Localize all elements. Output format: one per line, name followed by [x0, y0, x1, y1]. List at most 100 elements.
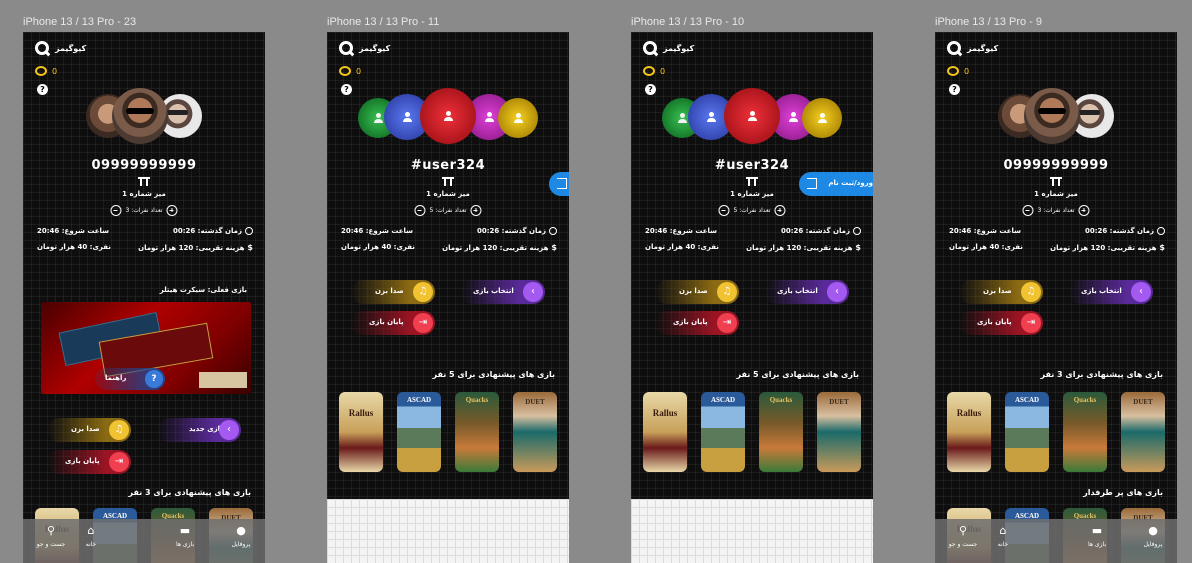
- dollar-icon: $: [855, 243, 861, 252]
- avatar[interactable]: [498, 98, 538, 138]
- game-card[interactable]: Rallus: [339, 392, 383, 472]
- approx-cost: هزینه تقریبی: 120 هزار تومان $: [138, 243, 253, 252]
- call-button[interactable]: صدا بزن ♫: [959, 280, 1043, 304]
- username: 09999999999: [91, 158, 197, 173]
- start-time: ساعت شروع: 20:46: [341, 227, 414, 235]
- app-logo: کیوگیمز: [339, 41, 390, 55]
- chevron-left-icon: ‹: [827, 282, 847, 302]
- new-game-button[interactable]: بازی جدید ‹: [157, 418, 241, 442]
- frame-title: iPhone 13 / 13 Pro - 23: [23, 16, 137, 28]
- search-icon: ⚲: [46, 524, 56, 537]
- exit-icon: ⇥: [717, 313, 737, 333]
- increase-button[interactable]: [166, 205, 178, 216]
- bell-icon: ♫: [413, 282, 433, 302]
- player-count-stepper: تعداد نفرات: 5: [414, 205, 482, 216]
- current-game-banner[interactable]: راهنما ?: [41, 302, 251, 394]
- call-button[interactable]: صدا بزن ♫: [655, 280, 739, 304]
- person-icon: [373, 113, 383, 123]
- increase-button[interactable]: [774, 205, 786, 216]
- app-logo: کیوگیمز: [643, 41, 694, 55]
- nav-home[interactable]: ⌂ خانه: [71, 525, 111, 549]
- player-avatars: [358, 88, 538, 152]
- avatar[interactable]: [724, 88, 780, 144]
- section-title: بازی های پیشنهادی برای 5 نفر: [736, 370, 859, 379]
- game-card[interactable]: DUET: [513, 392, 557, 472]
- choose-game-button[interactable]: انتخاب بازی ‹: [765, 280, 849, 304]
- player-count-stepper: تعداد نفرات: 3: [110, 205, 178, 216]
- nav-profile[interactable]: ● پروفایل: [221, 525, 261, 549]
- choose-game-button[interactable]: انتخاب بازی ‹: [461, 280, 545, 304]
- start-time: ساعت شروع: 20:46: [949, 227, 1022, 235]
- elapsed-time: زمان گذشته: 00:26: [1085, 227, 1165, 235]
- increase-button[interactable]: [1078, 205, 1090, 216]
- coin-icon: [643, 66, 655, 76]
- player-count-stepper: تعداد نفرات: 5: [718, 205, 786, 216]
- current-game-label: بازی فعلی: سیکرت هیتلر: [159, 286, 247, 294]
- logo-icon: [35, 41, 49, 55]
- start-time: ساعت شروع: 20:46: [645, 227, 718, 235]
- game-card[interactable]: Rallus: [947, 392, 991, 472]
- game-card[interactable]: Rallus: [643, 392, 687, 472]
- chevron-left-icon: ‹: [523, 282, 543, 302]
- table-number: میز شماره 1: [730, 190, 774, 198]
- call-button[interactable]: صدا بزن ♫: [351, 280, 435, 304]
- bell-icon: ♫: [109, 420, 129, 440]
- bell-icon: ♫: [1021, 282, 1041, 302]
- chevron-left-icon: ‹: [1131, 282, 1151, 302]
- end-game-button[interactable]: پایان بازی ⇥: [47, 450, 131, 474]
- end-game-button[interactable]: پایان بازی ⇥: [959, 311, 1043, 335]
- table-icon: [442, 177, 454, 186]
- canvas-grid: [327, 499, 569, 563]
- avatar[interactable]: [802, 98, 842, 138]
- nav-home[interactable]: ⌂ خانه: [983, 525, 1023, 549]
- decrease-button[interactable]: [718, 205, 730, 216]
- user-icon: ●: [1148, 524, 1158, 537]
- phone-frame-10: کیوگیمز 0 ? #user324 ورود/ثبت نام میز شم…: [631, 32, 873, 499]
- bottom-nav: ● پروفایل ▬ بازی ها ⌂ خانه ⚲ جست و جو: [23, 519, 265, 563]
- player-avatars: [74, 88, 214, 152]
- guide-button[interactable]: راهنما ?: [95, 368, 165, 390]
- coin-balance: 0: [643, 66, 665, 76]
- decrease-button[interactable]: [110, 205, 122, 216]
- choose-game-button[interactable]: انتخاب بازی ‹: [1069, 280, 1153, 304]
- avatar[interactable]: [1024, 88, 1080, 144]
- game-card[interactable]: ASCAD: [397, 392, 441, 472]
- nav-games[interactable]: ▬ بازی ها: [1077, 525, 1117, 549]
- nav-search[interactable]: ⚲ جست و جو: [943, 525, 983, 549]
- section-title: بازی های پیشنهادی برای 5 نفر: [432, 370, 555, 379]
- game-card[interactable]: Quacks: [1063, 392, 1107, 472]
- help-icon[interactable]: ?: [645, 84, 656, 95]
- end-game-button[interactable]: پایان بازی ⇥: [351, 311, 435, 335]
- game-card[interactable]: ASCAD: [701, 392, 745, 472]
- app-logo: کیوگیمز: [35, 41, 86, 55]
- call-button[interactable]: صدا بزن ♫: [47, 418, 131, 442]
- player-count-stepper: تعداد نفرات: 3: [1022, 205, 1090, 216]
- help-icon[interactable]: ?: [949, 84, 960, 95]
- game-card[interactable]: Quacks: [455, 392, 499, 472]
- game-card[interactable]: ASCAD: [1005, 392, 1049, 472]
- nav-search[interactable]: ⚲ جست و جو: [31, 524, 71, 549]
- decrease-button[interactable]: [414, 205, 426, 216]
- help-icon[interactable]: ?: [341, 84, 352, 95]
- avatar[interactable]: [112, 88, 168, 144]
- username: #user324: [410, 158, 486, 173]
- start-time: ساعت شروع: 20:46: [37, 227, 110, 235]
- nav-profile[interactable]: ● پروفایل: [1133, 524, 1173, 549]
- game-card[interactable]: Quacks: [759, 392, 803, 472]
- help-icon[interactable]: ?: [37, 84, 48, 95]
- game-card[interactable]: DUET: [817, 392, 861, 472]
- login-icon: [557, 178, 567, 189]
- approx-cost: هزینه تقریبی: 120 هزار تومان $: [1050, 243, 1165, 252]
- bottom-nav: ● پروفایل ▬ بازی ها ⌂ خانه ⚲ جست و جو: [935, 519, 1177, 563]
- avatar[interactable]: [420, 88, 476, 144]
- increase-button[interactable]: [470, 205, 482, 216]
- decrease-button[interactable]: [1022, 205, 1034, 216]
- nav-games[interactable]: ▬ بازی ها: [165, 525, 205, 549]
- person-icon: [484, 112, 494, 122]
- per-person-cost: نفری: 40 هزار تومان: [37, 243, 111, 251]
- game-card[interactable]: DUET: [1121, 392, 1165, 472]
- person-icon: [402, 112, 412, 122]
- chevron-left-icon: ‹: [219, 420, 239, 440]
- end-game-button[interactable]: پایان بازی ⇥: [655, 311, 739, 335]
- exit-icon: ⇥: [1021, 313, 1041, 333]
